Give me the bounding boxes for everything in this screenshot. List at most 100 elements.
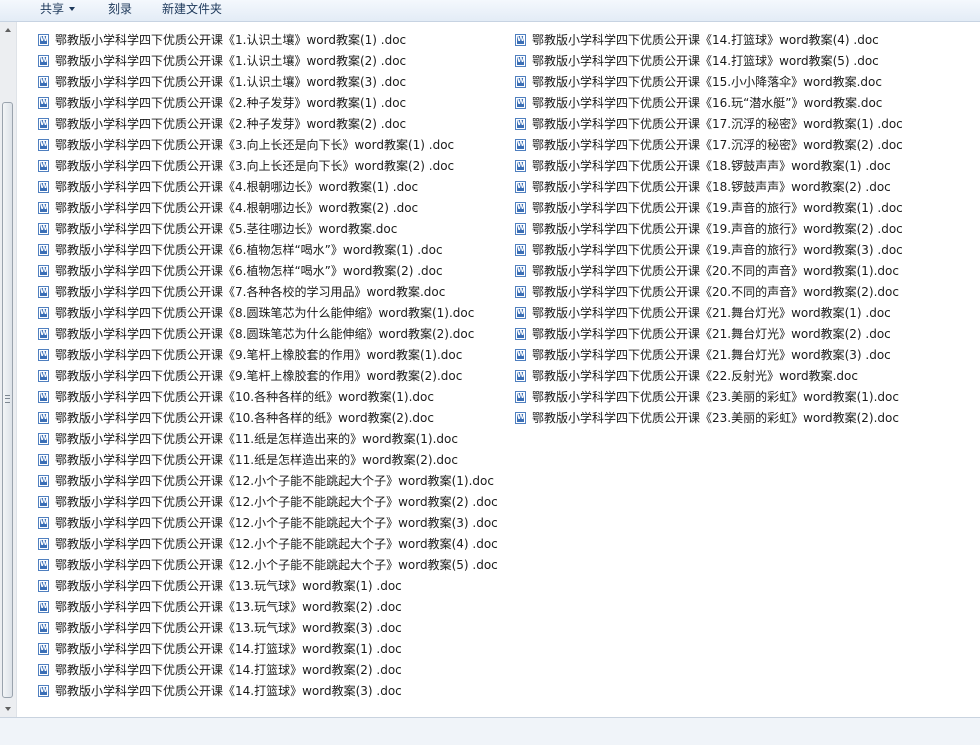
file-name: 鄂教版小学科学四下优质公开课《21.舞台灯光》word教案(2) .doc [532,327,891,341]
file-item[interactable]: 鄂教版小学科学四下优质公开课《6.植物怎样“喝水”》word教案(1) .doc [38,240,508,261]
file-item[interactable]: 鄂教版小学科学四下优质公开课《12.小个子能不能跳起大个子》word教案(2) … [38,492,508,513]
file-item[interactable]: 鄂教版小学科学四下优质公开课《23.美丽的彩虹》word教案(2).doc [515,408,975,429]
file-item[interactable]: 鄂教版小学科学四下优质公开课《15.小小降落伞》word教案.doc [515,72,975,93]
file-item[interactable]: 鄂教版小学科学四下优质公开课《1.认识土壤》word教案(2) .doc [38,51,508,72]
scrollbar-thumb[interactable] [2,102,13,698]
file-name: 鄂教版小学科学四下优质公开课《4.根朝哪边长》word教案(1) .doc [55,180,419,194]
word-document-icon [515,76,526,88]
word-document-icon [38,433,49,445]
file-name: 鄂教版小学科学四下优质公开课《11.纸是怎样造出来的》word教案(1).doc [55,432,458,446]
burn-button[interactable]: 刻录 [106,1,134,19]
file-name: 鄂教版小学科学四下优质公开课《20.不同的声音》word教案(1).doc [532,264,899,278]
file-item[interactable]: 鄂教版小学科学四下优质公开课《14.打篮球》word教案(5) .doc [515,51,975,72]
word-document-icon [38,76,49,88]
file-item[interactable]: 鄂教版小学科学四下优质公开课《9.笔杆上橡胶套的作用》word教案(1).doc [38,345,508,366]
file-name: 鄂教版小学科学四下优质公开课《2.种子发芽》word教案(1) .doc [55,96,407,110]
file-item[interactable]: 鄂教版小学科学四下优质公开课《21.舞台灯光》word教案(3) .doc [515,345,975,366]
file-item[interactable]: 鄂教版小学科学四下优质公开课《11.纸是怎样造出来的》word教案(2).doc [38,450,508,471]
file-item[interactable]: 鄂教版小学科学四下优质公开课《12.小个子能不能跳起大个子》word教案(3) … [38,513,508,534]
word-document-icon [515,370,526,382]
file-item[interactable]: 鄂教版小学科学四下优质公开课《12.小个子能不能跳起大个子》word教案(4) … [38,534,508,555]
file-item[interactable]: 鄂教版小学科学四下优质公开课《13.玩气球》word教案(3) .doc [38,618,508,639]
file-item[interactable]: 鄂教版小学科学四下优质公开课《8.圆珠笔芯为什么能伸缩》word教案(1).do… [38,303,508,324]
file-item[interactable]: 鄂教版小学科学四下优质公开课《20.不同的声音》word教案(2).doc [515,282,975,303]
file-name: 鄂教版小学科学四下优质公开课《13.玩气球》word教案(3) .doc [55,621,402,635]
vertical-scrollbar[interactable] [0,22,17,717]
file-item[interactable]: 鄂教版小学科学四下优质公开课《13.玩气球》word教案(1) .doc [38,576,508,597]
file-item[interactable]: 鄂教版小学科学四下优质公开课《11.纸是怎样造出来的》word教案(1).doc [38,429,508,450]
file-item[interactable]: 鄂教版小学科学四下优质公开课《14.打篮球》word教案(4) .doc [515,30,975,51]
file-name: 鄂教版小学科学四下优质公开课《4.根朝哪边长》word教案(2) .doc [55,201,419,215]
file-item[interactable]: 鄂教版小学科学四下优质公开课《2.种子发芽》word教案(1) .doc [38,93,508,114]
file-name: 鄂教版小学科学四下优质公开课《7.各种各校的学习用品》word教案.doc [55,285,446,299]
file-name: 鄂教版小学科学四下优质公开课《21.舞台灯光》word教案(1) .doc [532,306,891,320]
file-item[interactable]: 鄂教版小学科学四下优质公开课《12.小个子能不能跳起大个子》word教案(1).… [38,471,508,492]
word-document-icon [38,307,49,319]
file-item[interactable]: 鄂教版小学科学四下优质公开课《3.向上长还是向下长》word教案(2) .doc [38,156,508,177]
file-item[interactable]: 鄂教版小学科学四下优质公开课《18.锣鼓声声》word教案(2) .doc [515,177,975,198]
word-document-icon [38,202,49,214]
share-button[interactable]: 共享 [38,1,77,19]
file-item[interactable]: 鄂教版小学科学四下优质公开课《21.舞台灯光》word教案(1) .doc [515,303,975,324]
word-document-icon [515,34,526,46]
file-name: 鄂教版小学科学四下优质公开课《6.植物怎样“喝水”》word教案(2) .doc [55,264,443,278]
file-item[interactable]: 鄂教版小学科学四下优质公开课《23.美丽的彩虹》word教案(1).doc [515,387,975,408]
word-document-icon [515,118,526,130]
file-item[interactable]: 鄂教版小学科学四下优质公开课《1.认识土壤》word教案(3) .doc [38,72,508,93]
word-document-icon [38,454,49,466]
file-item[interactable]: 鄂教版小学科学四下优质公开课《21.舞台灯光》word教案(2) .doc [515,324,975,345]
file-item[interactable]: 鄂教版小学科学四下优质公开课《18.锣鼓声声》word教案(1) .doc [515,156,975,177]
file-item[interactable]: 鄂教版小学科学四下优质公开课《19.声音的旅行》word教案(2) .doc [515,219,975,240]
file-item[interactable]: 鄂教版小学科学四下优质公开课《12.小个子能不能跳起大个子》word教案(5) … [38,555,508,576]
file-item[interactable]: 鄂教版小学科学四下优质公开课《17.沉浮的秘密》word教案(2) .doc [515,135,975,156]
file-item[interactable]: 鄂教版小学科学四下优质公开课《14.打篮球》word教案(2) .doc [38,660,508,681]
scroll-up-button[interactable] [0,22,16,38]
file-name: 鄂教版小学科学四下优质公开课《13.玩气球》word教案(2) .doc [55,600,402,614]
file-name: 鄂教版小学科学四下优质公开课《2.种子发芽》word教案(2) .doc [55,117,407,131]
file-item[interactable]: 鄂教版小学科学四下优质公开课《7.各种各校的学习用品》word教案.doc [38,282,508,303]
word-document-icon [38,559,49,571]
file-name: 鄂教版小学科学四下优质公开课《9.笔杆上橡胶套的作用》word教案(1).doc [55,348,463,362]
file-item[interactable]: 鄂教版小学科学四下优质公开课《6.植物怎样“喝水”》word教案(2) .doc [38,261,508,282]
scroll-down-button[interactable] [0,701,16,717]
file-item[interactable]: 鄂教版小学科学四下优质公开课《8.圆珠笔芯为什么能伸缩》word教案(2).do… [38,324,508,345]
word-document-icon [515,328,526,340]
new-folder-button[interactable]: 新建文件夹 [160,1,224,19]
file-item[interactable]: 鄂教版小学科学四下优质公开课《4.根朝哪边长》word教案(2) .doc [38,198,508,219]
file-name: 鄂教版小学科学四下优质公开课《12.小个子能不能跳起大个子》word教案(2) … [55,495,498,509]
share-label: 共享 [40,2,65,16]
file-item[interactable]: 鄂教版小学科学四下优质公开课《19.声音的旅行》word教案(3) .doc [515,240,975,261]
file-name: 鄂教版小学科学四下优质公开课《18.锣鼓声声》word教案(1) .doc [532,159,891,173]
word-document-icon [38,412,49,424]
word-document-icon [38,139,49,151]
word-document-icon [515,265,526,277]
grip-icon [5,395,10,403]
file-item[interactable]: 鄂教版小学科学四下优质公开课《10.各种各样的纸》word教案(2).doc [38,408,508,429]
file-name: 鄂教版小学科学四下优质公开课《17.沉浮的秘密》word教案(1) .doc [532,117,903,131]
word-document-icon [38,265,49,277]
file-item[interactable]: 鄂教版小学科学四下优质公开课《2.种子发芽》word教案(2) .doc [38,114,508,135]
file-item[interactable]: 鄂教版小学科学四下优质公开课《17.沉浮的秘密》word教案(1) .doc [515,114,975,135]
file-item[interactable]: 鄂教版小学科学四下优质公开课《20.不同的声音》word教案(1).doc [515,261,975,282]
file-item[interactable]: 鄂教版小学科学四下优质公开课《14.打篮球》word教案(3) .doc [38,681,508,702]
command-bar: 共享 刻录 新建文件夹 [0,0,980,22]
file-name: 鄂教版小学科学四下优质公开课《3.向上长还是向下长》word教案(1) .doc [55,138,455,152]
file-item[interactable]: 鄂教版小学科学四下优质公开课《16.玩“潜水艇”》word教案.doc [515,93,975,114]
file-item[interactable]: 鄂教版小学科学四下优质公开课《3.向上长还是向下长》word教案(1) .doc [38,135,508,156]
file-item[interactable]: 鄂教版小学科学四下优质公开课《14.打篮球》word教案(1) .doc [38,639,508,660]
file-name: 鄂教版小学科学四下优质公开课《12.小个子能不能跳起大个子》word教案(5) … [55,558,498,572]
file-item[interactable]: 鄂教版小学科学四下优质公开课《1.认识土壤》word教案(1) .doc [38,30,508,51]
file-name: 鄂教版小学科学四下优质公开课《14.打篮球》word教案(2) .doc [55,663,402,677]
word-document-icon [38,496,49,508]
file-item[interactable]: 鄂教版小学科学四下优质公开课《9.笔杆上橡胶套的作用》word教案(2).doc [38,366,508,387]
file-name: 鄂教版小学科学四下优质公开课《8.圆珠笔芯为什么能伸缩》word教案(1).do… [55,306,475,320]
word-document-icon [515,286,526,298]
file-item[interactable]: 鄂教版小学科学四下优质公开课《22.反射光》word教案.doc [515,366,975,387]
file-item[interactable]: 鄂教版小学科学四下优质公开课《13.玩气球》word教案(2) .doc [38,597,508,618]
file-item[interactable]: 鄂教版小学科学四下优质公开课《5.茎往哪边长》word教案.doc [38,219,508,240]
word-document-icon [515,55,526,67]
file-item[interactable]: 鄂教版小学科学四下优质公开课《10.各种各样的纸》word教案(1).doc [38,387,508,408]
word-document-icon [515,223,526,235]
file-item[interactable]: 鄂教版小学科学四下优质公开课《19.声音的旅行》word教案(1) .doc [515,198,975,219]
file-item[interactable]: 鄂教版小学科学四下优质公开课《4.根朝哪边长》word教案(1) .doc [38,177,508,198]
